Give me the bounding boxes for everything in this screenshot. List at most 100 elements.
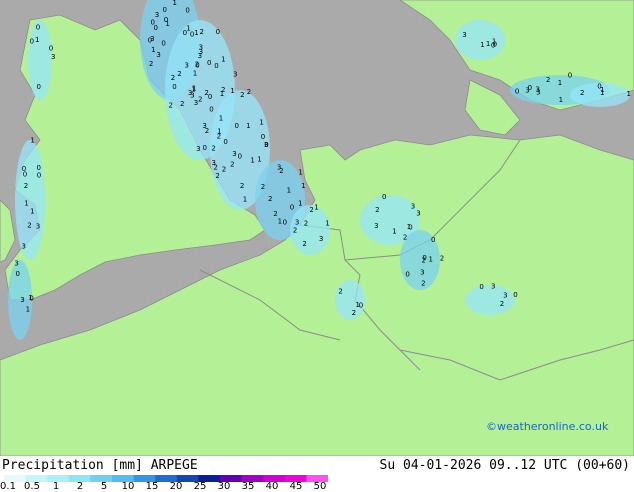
precip-value-label: 1	[558, 79, 562, 87]
legend-tick-label: 10	[121, 481, 135, 492]
precip-value-label: 0	[491, 42, 495, 50]
precip-area	[335, 280, 365, 320]
precip-value-label: 1	[230, 87, 234, 95]
precip-value-label: 2	[421, 279, 425, 287]
precip-value-label: 1	[486, 40, 490, 48]
precip-value-label: 1	[35, 36, 39, 44]
precip-value-label: 0	[261, 133, 265, 141]
precip-value-label: 0	[283, 219, 287, 227]
credit-label[interactable]: ©weatheronline.co.uk	[486, 420, 608, 433]
precip-value-label: 3	[319, 235, 323, 243]
precip-value-label: 3	[14, 260, 18, 268]
precip-value-label: 2	[215, 172, 219, 180]
precip-value-label: 1	[314, 204, 318, 212]
precip-value-label: 2	[169, 102, 173, 110]
legend-tick-label: 50	[313, 481, 327, 492]
precip-value-label: 1	[30, 136, 34, 144]
precip-value-label: 0	[382, 193, 386, 201]
precip-value-label: 3	[416, 209, 420, 217]
map-title: Precipitation [mm] ARPEGE	[2, 458, 198, 473]
precip-area	[455, 20, 505, 60]
precip-value-label: 0	[185, 7, 189, 15]
precip-value-label: 1	[480, 41, 484, 49]
precip-area	[15, 140, 45, 260]
precip-value-label: 1	[278, 217, 282, 225]
precip-value-label: 1	[219, 115, 223, 123]
precip-value-label: 3	[374, 222, 378, 230]
precip-value-label: 1	[298, 199, 302, 207]
precip-value-label: 3	[196, 145, 200, 153]
precip-value-label: 2	[293, 226, 297, 234]
precip-value-label: 2	[198, 95, 202, 103]
precip-value-label: 1	[250, 156, 254, 164]
precip-value-label: 0	[359, 302, 363, 310]
precip-value-label: 2	[240, 182, 244, 190]
precip-value-label: 2	[24, 182, 28, 190]
precip-value-label: 1	[30, 208, 34, 216]
precip-value-label: 0	[568, 72, 572, 80]
precip-value-label: 3	[503, 291, 507, 299]
precip-value-label: 3	[420, 269, 424, 277]
legend-tick-label: 20	[169, 481, 183, 492]
precip-value-label: 0	[479, 283, 483, 291]
precip-value-label: 3	[156, 51, 160, 59]
precip-value-label: 1	[24, 200, 28, 208]
precip-value-label: 2	[375, 206, 379, 214]
precip-value-label: 0	[203, 144, 207, 152]
precip-value-label: 2	[222, 165, 226, 173]
precip-value-label: 0	[431, 236, 435, 244]
precip-value-label: 0	[216, 28, 220, 36]
precip-value-label: 0	[49, 44, 53, 52]
precip-value-label: 3	[277, 164, 281, 172]
precip-value-label: 0	[209, 106, 213, 114]
precip-value-label: 1	[151, 46, 155, 54]
precip-value-label: 0	[29, 295, 33, 303]
precip-value-label: 0	[208, 93, 212, 101]
precip-value-label: 2	[240, 91, 244, 99]
precip-value-label: 0	[528, 84, 532, 92]
precip-value-label: 0	[16, 270, 20, 278]
precip-value-label: 1	[257, 156, 261, 164]
legend-tick-label: 35	[241, 481, 255, 492]
precip-value-label: 0	[264, 141, 268, 149]
legend-tick-label: 0.1	[0, 481, 16, 492]
precip-value-label: 3	[462, 31, 466, 39]
legend-tick-label: 0.5	[24, 481, 40, 492]
precip-value-label: 2	[171, 74, 175, 82]
precip-value-label: 2	[261, 183, 265, 191]
precip-value-label: 1	[194, 29, 198, 37]
precip-value-label: 0	[290, 204, 294, 212]
precip-value-label: 2	[214, 163, 218, 171]
precip-value-label: 2	[304, 219, 308, 227]
precip-value-label: 0	[36, 23, 40, 31]
map-timestamp: Su 04-01-2026 09..12 UTC (00+60)	[379, 458, 630, 473]
legend-tick-label: 25	[193, 481, 207, 492]
precip-value-label: 0	[515, 87, 519, 95]
precip-value-label: 0	[30, 38, 34, 46]
precip-value-label: 2	[211, 144, 215, 152]
precip-value-label: 2	[149, 60, 153, 68]
precip-value-label: 0	[172, 83, 176, 91]
legend-tick-label: 40	[265, 481, 279, 492]
precip-value-label: 2	[440, 255, 444, 263]
precip-value-label: 1	[298, 169, 302, 177]
precip-value-label: 3	[536, 86, 540, 94]
precip-value-label: 0	[22, 165, 26, 173]
precip-value-label: 2	[180, 100, 184, 108]
precip-value-label: 3	[51, 53, 55, 61]
precip-value-label: 2	[200, 28, 204, 36]
precip-value-label: 0	[422, 254, 426, 262]
precip-value-label: 1	[217, 128, 221, 136]
precip-value-label: 2	[580, 89, 584, 97]
legend-tick-label: 15	[145, 481, 159, 492]
precip-value-label: 1	[627, 90, 631, 98]
precip-value-label: 3	[202, 122, 206, 130]
precip-value-label: 2	[302, 240, 306, 248]
precip-value-label: 3	[233, 71, 237, 79]
footer-bar: Precipitation [mm] ARPEGE Su 04-01-2026 …	[0, 456, 634, 492]
precip-value-label: 2	[338, 287, 342, 295]
precip-value-label: 2	[500, 300, 504, 308]
precip-value-label: 0	[183, 29, 187, 37]
precip-value-label: 0	[195, 62, 199, 70]
precip-value-label: 3	[491, 283, 495, 291]
